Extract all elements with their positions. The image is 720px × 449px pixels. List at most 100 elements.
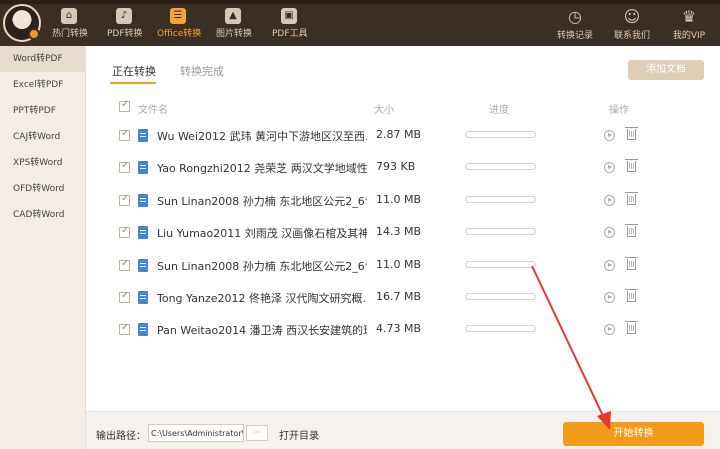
table-row[interactable]: Tong Yanze2012 佟艳泽 汉代陶文研究概... 16.7 MB bbox=[86, 284, 720, 310]
file-size: 793 KB bbox=[376, 160, 416, 173]
table-row[interactable]: Liu Yumao2011 刘雨茂 汉画像石棺及其神... 14.3 MB bbox=[86, 219, 720, 245]
trash-icon[interactable] bbox=[625, 257, 638, 270]
title-strip bbox=[0, 0, 720, 4]
play-icon[interactable] bbox=[604, 195, 615, 206]
play-icon[interactable] bbox=[604, 324, 615, 335]
add-document-button[interactable]: 添加文档 bbox=[628, 60, 704, 80]
nav-vip[interactable]: ♛ 我的VIP bbox=[670, 7, 708, 42]
table-row[interactable]: Wu Wei2012 武玮 黄河中下游地区汉至西... 2.87 MB bbox=[86, 122, 720, 148]
nav-pdf[interactable]: ♪ PDF转换 bbox=[107, 8, 143, 44]
file-name: Tong Yanze2012 佟艳泽 汉代陶文研究概... bbox=[157, 292, 367, 305]
table-header: 文件名 大小 进度 操作 bbox=[86, 98, 720, 118]
nav-pdf-tools[interactable]: ▣ PDF工具 bbox=[272, 8, 308, 44]
clock-icon: ◷ bbox=[568, 7, 582, 26]
nav-hot-label: 热门转换 bbox=[52, 29, 89, 39]
table-row[interactable]: Pan Weitao2014 潘卫涛 西汉长安建筑的现... 4.73 MB bbox=[86, 316, 720, 342]
file-name: Liu Yumao2011 刘雨茂 汉画像石棺及其神... bbox=[157, 227, 367, 240]
trash-icon[interactable] bbox=[625, 321, 638, 334]
progress-bar bbox=[465, 228, 536, 235]
sidebar: Word转PDF Excel转PDF PPT转PDF CAJ转Word XPS转… bbox=[0, 46, 86, 449]
pdf-icon: ♪ bbox=[116, 8, 132, 24]
word-doc-icon bbox=[138, 226, 148, 239]
nav-pdf-label: PDF转换 bbox=[107, 29, 143, 39]
file-size: 11.0 MB bbox=[376, 193, 422, 206]
play-icon[interactable] bbox=[604, 292, 615, 303]
start-convert-button[interactable]: 开始转换 bbox=[563, 422, 704, 446]
top-navbar: ⌂ 热门转换 ♪ PDF转换 ☰ Office转换 ▲ 图片转换 ▣ PDF工具… bbox=[0, 0, 720, 46]
trash-icon[interactable] bbox=[625, 159, 638, 172]
nav-contact-label: 联系我们 bbox=[613, 31, 650, 41]
row-checkbox[interactable] bbox=[119, 193, 130, 206]
support-icon: ☺ bbox=[623, 7, 641, 26]
row-checkbox[interactable] bbox=[119, 258, 130, 271]
sidebar-item-word-to-pdf[interactable]: Word转PDF bbox=[0, 46, 85, 72]
file-name: Sun Linan2008 孙力楠 东北地区公元2_6世... bbox=[157, 195, 367, 208]
nav-office[interactable]: ☰ Office转换 bbox=[157, 8, 202, 44]
play-icon[interactable] bbox=[604, 260, 615, 271]
nav-image[interactable]: ▲ 图片转换 bbox=[216, 8, 252, 44]
file-name: Yao Rongzhi2012 尧荣芝 两汉文学地域性... bbox=[157, 162, 367, 175]
image-icon: ▲ bbox=[225, 8, 241, 24]
open-directory-link[interactable]: 打开目录 bbox=[279, 427, 319, 442]
header-progress: 进度 bbox=[489, 105, 509, 116]
word-doc-icon bbox=[138, 291, 148, 304]
hot-icon: ⌂ bbox=[61, 8, 77, 24]
file-size: 16.7 MB bbox=[376, 290, 422, 303]
progress-bar bbox=[465, 196, 536, 203]
tab-done[interactable]: 转换完成 bbox=[180, 63, 224, 79]
nav-history[interactable]: ◷ 转换记录 bbox=[556, 7, 594, 42]
header-size: 大小 bbox=[374, 105, 394, 116]
select-all-checkbox[interactable] bbox=[119, 99, 130, 112]
file-name: Pan Weitao2014 潘卫涛 西汉长安建筑的现... bbox=[157, 324, 367, 337]
file-size: 2.87 MB bbox=[376, 128, 422, 141]
trash-icon[interactable] bbox=[625, 224, 638, 237]
progress-bar bbox=[465, 261, 536, 268]
trash-icon[interactable] bbox=[625, 192, 638, 205]
progress-bar bbox=[465, 131, 536, 138]
row-checkbox[interactable] bbox=[119, 290, 130, 303]
row-checkbox[interactable] bbox=[119, 225, 130, 238]
crown-icon: ♛ bbox=[681, 7, 697, 26]
word-doc-icon bbox=[138, 259, 148, 272]
avatar-badge-icon bbox=[28, 28, 40, 40]
word-doc-icon bbox=[138, 161, 148, 174]
nav-history-label: 转换记录 bbox=[556, 31, 593, 41]
sidebar-item-ppt-to-pdf[interactable]: PPT转PDF bbox=[0, 98, 85, 124]
tab-converting[interactable]: 正在转换 bbox=[112, 63, 156, 79]
sidebar-item-cad-to-word[interactable]: CAD转Word bbox=[0, 202, 85, 228]
row-checkbox[interactable] bbox=[119, 322, 130, 335]
sidebar-item-xps-to-word[interactable]: XPS转Word bbox=[0, 150, 85, 176]
output-path-label: 输出路径： bbox=[96, 431, 146, 442]
office-icon: ☰ bbox=[170, 8, 186, 24]
toolbox-icon: ▣ bbox=[281, 8, 297, 24]
nav-contact[interactable]: ☺ 联系我们 bbox=[612, 7, 652, 42]
word-doc-icon bbox=[138, 323, 148, 336]
nav-office-label: Office转换 bbox=[157, 29, 202, 39]
sidebar-item-caj-to-word[interactable]: CAJ转Word bbox=[0, 124, 85, 150]
row-checkbox[interactable] bbox=[119, 128, 130, 141]
play-icon[interactable] bbox=[604, 130, 615, 141]
play-icon[interactable] bbox=[604, 227, 615, 238]
header-name: 文件名 bbox=[138, 105, 168, 116]
file-name: Sun Linan2008 孙力楠 东北地区公元2_6世... bbox=[157, 260, 367, 273]
row-checkbox[interactable] bbox=[119, 160, 130, 173]
browse-button[interactable]: ··· bbox=[246, 425, 268, 441]
table-row[interactable]: Yao Rongzhi2012 尧荣芝 两汉文学地域性... 793 KB bbox=[86, 154, 720, 180]
progress-bar bbox=[465, 163, 536, 170]
progress-bar bbox=[465, 293, 536, 300]
file-name: Wu Wei2012 武玮 黄河中下游地区汉至西... bbox=[157, 130, 367, 143]
play-icon[interactable] bbox=[604, 162, 615, 173]
word-doc-icon bbox=[138, 129, 148, 142]
sidebar-item-ofd-to-word[interactable]: OFD转Word bbox=[0, 176, 85, 202]
sidebar-item-excel-to-pdf[interactable]: Excel转PDF bbox=[0, 72, 85, 98]
file-size: 11.0 MB bbox=[376, 258, 422, 271]
output-path-field[interactable] bbox=[148, 424, 244, 442]
header-actions: 操作 bbox=[609, 105, 629, 116]
table-row[interactable]: Sun Linan2008 孙力楠 东北地区公元2_6世... 11.0 MB bbox=[86, 252, 720, 278]
trash-icon[interactable] bbox=[625, 289, 638, 302]
nav-hot[interactable]: ⌂ 热门转换 bbox=[52, 8, 89, 44]
trash-icon[interactable] bbox=[625, 127, 638, 140]
table-row[interactable]: Sun Linan2008 孙力楠 东北地区公元2_6世... 11.0 MB bbox=[86, 187, 720, 213]
main-panel: 正在转换 转换完成 添加文档 文件名 大小 进度 操作 Wu Wei2012 武… bbox=[86, 46, 720, 411]
file-size: 4.73 MB bbox=[376, 322, 422, 335]
